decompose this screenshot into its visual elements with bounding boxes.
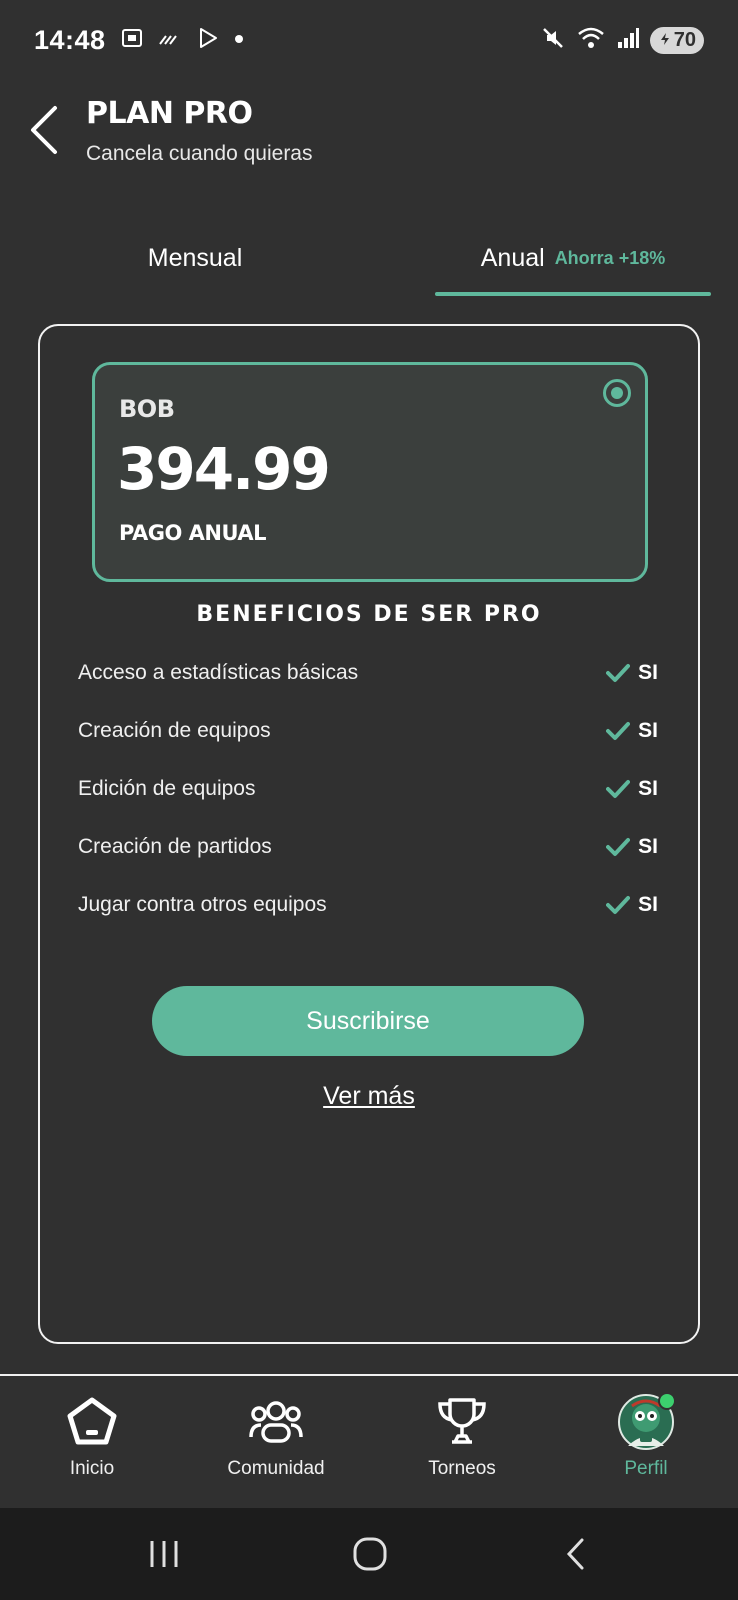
benefit-label: Acceso a estadísticas básicas	[78, 661, 359, 684]
signal-lines-icon	[158, 28, 182, 53]
status-time: 14:48	[34, 24, 106, 55]
recent-apps-icon	[150, 1541, 178, 1567]
check-icon	[606, 664, 631, 682]
tab-monthly[interactable]: Mensual	[40, 220, 350, 296]
charging-icon	[658, 29, 672, 52]
notification-dot-icon	[234, 31, 244, 49]
tab-annual-label: Anual	[480, 243, 545, 272]
benefits-list: Acceso a estadísticas básicas SI Creació…	[78, 644, 658, 934]
benefit-value-text: SI	[638, 719, 658, 742]
benefit-row: Creación de equipos SI	[78, 702, 658, 760]
screenshot-icon	[120, 26, 144, 55]
back-button[interactable]	[24, 100, 64, 160]
active-tab-indicator	[435, 292, 711, 296]
benefit-row: Acceso a estadísticas básicas SI	[78, 644, 658, 702]
page-header: PLAN PRO Cancela cuando quieras	[0, 86, 738, 186]
price-option-card[interactable]: BOB 394.99 PAGO ANUAL	[92, 362, 648, 582]
plan-card: BOB 394.99 PAGO ANUAL BENEFICIOS DE SER …	[38, 324, 700, 1344]
nav-item-profile[interactable]: Perfil	[566, 1392, 726, 1492]
nav-item-tournaments[interactable]: Torneos	[382, 1392, 542, 1492]
tab-monthly-label: Mensual	[147, 243, 243, 272]
benefit-value: SI	[606, 661, 658, 685]
radio-selected-icon[interactable]	[603, 379, 631, 407]
benefit-row: Creación de partidos SI	[78, 818, 658, 876]
check-icon	[606, 722, 631, 740]
savings-badge: Ahorra +18%	[554, 247, 666, 268]
benefit-label: Jugar contra otros equipos	[78, 893, 327, 916]
benefit-row: Jugar contra otros equipos SI	[78, 876, 658, 934]
benefits-title: BENEFICIOS DE SER PRO	[196, 602, 542, 627]
nav-item-community[interactable]: Comunidad	[196, 1392, 356, 1492]
check-icon	[606, 896, 631, 914]
subscribe-button[interactable]: Suscribirse	[152, 986, 584, 1056]
avatar	[618, 1392, 676, 1450]
back-arrow-icon	[566, 1538, 584, 1570]
wifi-icon	[576, 25, 606, 56]
benefit-value: SI	[606, 777, 658, 801]
nav-item-home[interactable]: Inicio	[12, 1392, 172, 1492]
status-bar: 14:48 70	[0, 0, 738, 80]
benefit-label: Creación de equipos	[78, 719, 271, 742]
benefit-value-text: SI	[638, 777, 658, 800]
tab-annual[interactable]: Anual Ahorra +18%	[435, 220, 711, 296]
see-more-link[interactable]: Ver más	[40, 1082, 698, 1111]
recent-apps-button[interactable]	[134, 1530, 194, 1578]
chevron-left-icon	[31, 106, 57, 154]
check-icon	[606, 780, 631, 798]
benefit-label: Edición de equipos	[78, 777, 256, 800]
community-icon	[247, 1392, 305, 1452]
online-status-dot	[658, 1392, 676, 1410]
benefit-value: SI	[606, 893, 658, 917]
benefit-label: Creación de partidos	[78, 835, 272, 858]
battery-indicator: 70	[649, 26, 704, 54]
nav-avatar-wrapper	[618, 1392, 676, 1452]
battery-level: 70	[673, 28, 696, 51]
price-amount: 394.99	[117, 435, 331, 503]
trophy-icon	[435, 1392, 489, 1452]
home-circle-icon	[353, 1537, 387, 1571]
nav-label-community: Comunidad	[227, 1458, 325, 1479]
status-right: 70	[540, 25, 704, 56]
currency-label: BOB	[119, 395, 175, 423]
benefit-row: Edición de equipos SI	[78, 760, 658, 818]
check-icon	[606, 838, 631, 856]
home-icon	[66, 1392, 118, 1452]
billing-type: PAGO ANUAL	[119, 521, 266, 545]
nav-label-tournaments: Torneos	[428, 1458, 496, 1479]
benefit-value-text: SI	[638, 661, 658, 684]
page-subtitle: Cancela cuando quieras	[86, 142, 313, 165]
page-title: PLAN PRO	[86, 96, 253, 131]
benefit-value: SI	[606, 719, 658, 743]
play-store-icon	[196, 26, 220, 55]
cell-signal-icon	[616, 26, 640, 55]
radio-dot	[611, 387, 623, 399]
home-button[interactable]	[340, 1530, 400, 1578]
billing-period-tabs: Mensual Anual Ahorra +18%	[0, 220, 738, 300]
status-left: 14:48	[34, 25, 244, 56]
bottom-nav: Inicio Comunidad Torneos Perfil	[0, 1374, 738, 1508]
benefit-value-text: SI	[638, 893, 658, 916]
benefit-value-text: SI	[638, 835, 658, 858]
nav-label-profile: Perfil	[624, 1458, 668, 1479]
benefit-value: SI	[606, 835, 658, 859]
system-nav-bar	[0, 1508, 738, 1600]
system-back-button[interactable]	[546, 1530, 606, 1578]
nav-label-home: Inicio	[69, 1458, 115, 1479]
mute-icon	[540, 25, 566, 56]
